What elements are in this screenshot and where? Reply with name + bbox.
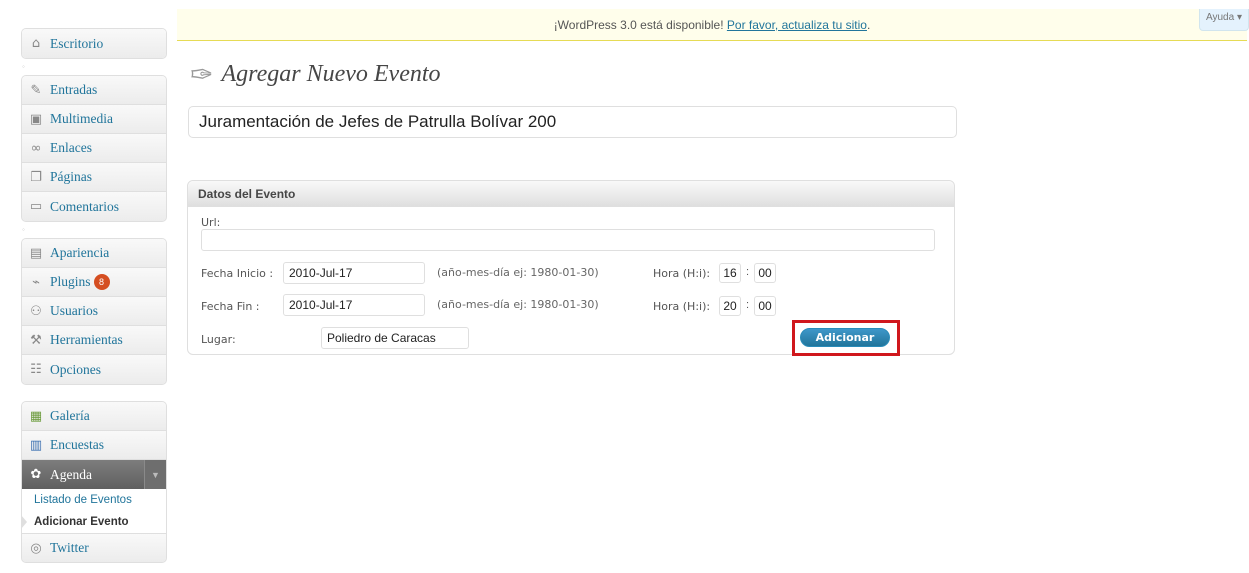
help-tab[interactable]: Ayuda ▾ — [1199, 9, 1249, 31]
menu-label: Encuestas — [50, 437, 104, 452]
menu-item-encuestas[interactable]: ▥ Encuestas — [22, 431, 166, 460]
menu-item-entradas[interactable]: ✎ Entradas — [22, 76, 166, 105]
menu-label: Agenda — [50, 466, 92, 482]
menu-item-apariencia[interactable]: ▤ Apariencia — [22, 239, 166, 268]
pages-icon: ❐ — [30, 169, 42, 185]
menu-separator: ◦ — [22, 225, 25, 234]
place-label: Lugar: — [201, 333, 236, 346]
menu-separator — [21, 385, 167, 401]
menu-group-plugins: ▦ Galería ▥ Encuestas ✿ Agenda ▼ Listado… — [21, 401, 167, 563]
menu-item-opciones[interactable]: ☷ Opciones — [22, 355, 166, 384]
start-time-label: Hora (H:i): — [653, 267, 711, 280]
end-date-input[interactable]: 2010-Jul-17 — [283, 294, 425, 316]
house-icon: ⌂ — [31, 36, 41, 51]
menu-label: Herramientas — [50, 332, 123, 347]
menu-label: Usuarios — [50, 303, 98, 318]
submenu-listado-eventos[interactable]: Listado de Eventos — [22, 489, 166, 511]
agenda-submenu: Listado de Eventos Adicionar Evento — [22, 489, 166, 533]
add-event-button[interactable]: Adicionar — [800, 328, 890, 347]
pin-icon: ✎ — [30, 82, 42, 98]
box-heading: Datos del Evento — [188, 181, 954, 207]
media-icon: ▣ — [29, 111, 43, 127]
page-header: ✑ Agregar Nuevo Evento — [190, 58, 441, 91]
plugin-icon: ⌁ — [32, 274, 40, 290]
menu-label: Apariencia — [50, 245, 110, 260]
menu-item-agenda[interactable]: ✿ Agenda ▼ — [22, 460, 166, 489]
gallery-icon: ▦ — [29, 408, 43, 424]
pin-icon: ✑ — [190, 58, 214, 91]
event-data-box: Datos del Evento Url: Fecha Inicio : 201… — [187, 180, 955, 356]
menu-label: Comentarios — [50, 198, 119, 214]
event-title-input[interactable]: Juramentación de Jefes de Patrulla Bolív… — [188, 106, 957, 138]
menu-item-paginas[interactable]: ❐ Páginas — [22, 163, 166, 192]
twitter-icon: ◎ — [30, 540, 42, 556]
start-minute-input[interactable]: 00 — [754, 263, 776, 283]
menu-label: Twitter — [50, 540, 89, 555]
settings-icon: ☷ — [30, 362, 42, 377]
submenu-adicionar-evento[interactable]: Adicionar Evento — [22, 511, 166, 533]
menu-label: Entradas — [50, 82, 98, 97]
chevron-down-icon[interactable]: ▼ — [144, 460, 166, 489]
tools-icon: ⚒ — [30, 332, 42, 348]
menu-item-comentarios[interactable]: ▭ Comentarios — [22, 192, 166, 221]
menu-label: Escritorio — [50, 35, 104, 51]
url-label: Url: — [201, 216, 221, 229]
end-time-label: Hora (H:i): — [653, 300, 711, 313]
menu-group-dashboard: ⌂ Escritorio — [21, 28, 167, 59]
link-icon: ∞ — [30, 140, 42, 156]
menu-group-content: ✎ Entradas ▣ Multimedia ∞ Enlaces ❐ Pági… — [21, 75, 167, 222]
start-date-input[interactable]: 2010-Jul-17 — [283, 262, 425, 284]
end-date-hint: (año-mes-día ej: 1980-01-30) — [437, 298, 599, 311]
menu-label: Galería — [50, 408, 90, 423]
menu-group-admin: ▤ Apariencia ⌁ Plugins 8 ⚇ Usuarios ⚒ He… — [21, 238, 167, 385]
end-hour-input[interactable]: 20 — [719, 296, 741, 316]
time-separator: : — [746, 299, 750, 311]
notice-text: ¡WordPress 3.0 está disponible! — [553, 18, 727, 32]
users-icon: ⚇ — [30, 303, 42, 319]
time-separator: : — [746, 266, 750, 278]
start-date-label: Fecha Inicio : — [201, 267, 274, 280]
update-notice: ¡WordPress 3.0 está disponible! Por favo… — [177, 9, 1247, 41]
menu-label: Páginas — [50, 169, 92, 184]
update-count-badge: 8 — [93, 274, 110, 290]
start-date-hint: (año-mes-día ej: 1980-01-30) — [437, 266, 599, 279]
menu-item-escritorio[interactable]: ⌂ Escritorio — [22, 29, 166, 58]
menu-item-usuarios[interactable]: ⚇ Usuarios — [22, 297, 166, 326]
start-hour-input[interactable]: 16 — [719, 263, 741, 283]
comment-icon: ▭ — [29, 199, 43, 214]
menu-separator: ◦ — [22, 62, 25, 71]
menu-label: Enlaces — [50, 140, 92, 155]
menu-item-multimedia[interactable]: ▣ Multimedia — [22, 105, 166, 134]
place-input[interactable]: Poliedro de Caracas — [321, 327, 469, 349]
menu-item-twitter[interactable]: ◎ Twitter — [22, 533, 166, 562]
add-button-highlight: Adicionar — [792, 320, 900, 356]
menu-item-galeria[interactable]: ▦ Galería — [22, 402, 166, 431]
url-input[interactable] — [201, 229, 935, 251]
menu-label: Multimedia — [50, 111, 113, 126]
polls-icon: ▥ — [29, 437, 43, 453]
end-minute-input[interactable]: 00 — [754, 296, 776, 316]
end-date-label: Fecha Fin : — [201, 300, 260, 313]
update-link[interactable]: Por favor, actualiza tu sitio — [727, 18, 867, 32]
notice-end: . — [866, 18, 871, 32]
admin-menu: ⌂ Escritorio ◦ ✎ Entradas ▣ Multimedia ∞… — [21, 28, 167, 563]
menu-label: Opciones — [50, 361, 101, 377]
page-title: Agregar Nuevo Evento — [221, 61, 441, 87]
menu-item-enlaces[interactable]: ∞ Enlaces — [22, 134, 166, 163]
appearance-icon: ▤ — [29, 245, 43, 261]
menu-label: Plugins — [50, 274, 91, 289]
agenda-icon: ✿ — [30, 467, 42, 482]
menu-item-plugins[interactable]: ⌁ Plugins 8 — [22, 268, 166, 297]
menu-item-herramientas[interactable]: ⚒ Herramientas — [22, 326, 166, 355]
